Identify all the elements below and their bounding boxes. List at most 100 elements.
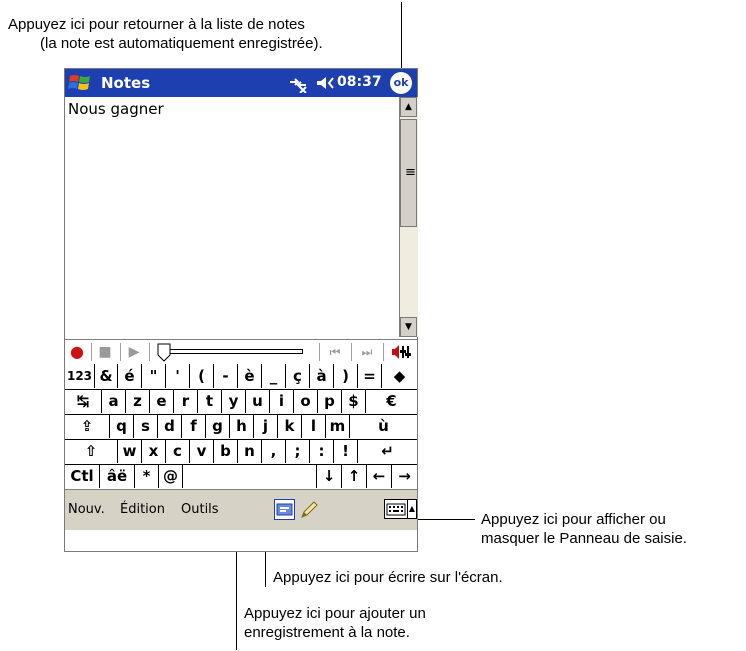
key-caps-lock[interactable]: ⇪ bbox=[65, 414, 110, 438]
key-u-grave[interactable]: ù bbox=[350, 414, 417, 438]
key-123[interactable]: 123 bbox=[65, 364, 95, 388]
connectivity-icon[interactable] bbox=[287, 73, 309, 93]
key-l[interactable]: l bbox=[302, 414, 326, 438]
recording-button[interactable] bbox=[274, 499, 295, 520]
key-x[interactable]: x bbox=[142, 439, 166, 463]
menu-edit[interactable]: Édition bbox=[120, 502, 165, 517]
menu-tools[interactable]: Outils bbox=[181, 502, 219, 517]
key-underscore[interactable]: _ bbox=[262, 364, 286, 388]
key-n[interactable]: n bbox=[238, 439, 262, 463]
key-f[interactable]: f bbox=[182, 414, 206, 438]
key-z[interactable]: z bbox=[126, 389, 150, 413]
pocketpc-screen: Notes 08:37 ok Nous gagner ▲ ≡ ▼ ● ■ ▶ ⏮… bbox=[64, 68, 418, 552]
toolbar-divider bbox=[120, 343, 121, 361]
ok-callout-line2: (la note est automatiquement enregistrée… bbox=[40, 35, 323, 52]
key-at[interactable]: @ bbox=[159, 464, 183, 488]
key-b[interactable]: b bbox=[214, 439, 238, 463]
key-enter[interactable]: ↵ bbox=[358, 439, 417, 463]
recording-icon bbox=[276, 503, 293, 516]
key-colon[interactable]: : bbox=[310, 439, 334, 463]
vertical-scrollbar[interactable]: ▲ ≡ ▼ bbox=[399, 97, 418, 337]
key-arrow-right[interactable]: → bbox=[392, 464, 417, 488]
key-w[interactable]: w bbox=[118, 439, 142, 463]
position-slider[interactable] bbox=[157, 343, 305, 362]
key-h[interactable]: h bbox=[230, 414, 254, 438]
key-euro[interactable]: € bbox=[366, 389, 417, 413]
sip-callout-line1: Appuyez ici pour afficher ou bbox=[481, 511, 666, 528]
key-a-grave[interactable]: à bbox=[310, 364, 334, 388]
key-o[interactable]: o bbox=[294, 389, 318, 413]
key-k[interactable]: k bbox=[278, 414, 302, 438]
key-double-quote[interactable]: " bbox=[142, 364, 166, 388]
skip-back-button[interactable]: ⏮ bbox=[323, 342, 347, 362]
pen-icon[interactable] bbox=[298, 499, 319, 520]
key-y[interactable]: y bbox=[222, 389, 246, 413]
clock-time[interactable]: 08:37 bbox=[337, 74, 382, 90]
key-dollar[interactable]: $ bbox=[342, 389, 366, 413]
title-bar: Notes 08:37 ok bbox=[65, 69, 417, 97]
menu-new[interactable]: Nouv. bbox=[68, 502, 105, 517]
key-p[interactable]: p bbox=[318, 389, 342, 413]
key-shift[interactable]: ⇧ bbox=[65, 439, 118, 463]
volume-icon[interactable] bbox=[391, 343, 413, 361]
toolbar-divider bbox=[91, 343, 92, 361]
key-e-acute[interactable]: é bbox=[118, 364, 142, 388]
speaker-icon[interactable] bbox=[315, 74, 337, 92]
key-g[interactable]: g bbox=[206, 414, 230, 438]
key-e[interactable]: e bbox=[150, 389, 174, 413]
key-apostrophe[interactable]: ' bbox=[166, 364, 190, 388]
key-ampersand[interactable]: & bbox=[95, 364, 118, 388]
keyboard-row-2: ↹ a z e r t y u i o p $ € bbox=[65, 389, 417, 415]
slider-thumb[interactable] bbox=[157, 343, 171, 362]
keyboard-row-4: ⇧ w x c v b n , ; : ! ↵ bbox=[65, 439, 417, 465]
key-arrow-left[interactable]: ← bbox=[367, 464, 392, 488]
menu-bar: Nouv. Édition Outils ▲ bbox=[65, 489, 417, 530]
scroll-up-button[interactable]: ▲ bbox=[400, 97, 417, 117]
sip-leader-line bbox=[417, 519, 475, 520]
key-d[interactable]: d bbox=[158, 414, 182, 438]
key-semicolon[interactable]: ; bbox=[286, 439, 310, 463]
key-paren-open[interactable]: ( bbox=[190, 364, 214, 388]
scroll-thumb-grip: ≡ bbox=[405, 165, 416, 180]
key-c[interactable]: c bbox=[166, 439, 190, 463]
key-arrow-up[interactable]: ↑ bbox=[342, 464, 367, 488]
key-t[interactable]: t bbox=[198, 389, 222, 413]
key-i[interactable]: i bbox=[270, 389, 294, 413]
key-accents[interactable]: âë bbox=[100, 464, 135, 488]
key-q[interactable]: q bbox=[110, 414, 134, 438]
key-equals[interactable]: = bbox=[358, 364, 382, 388]
record-button[interactable]: ● bbox=[65, 342, 89, 362]
input-method-arrow[interactable]: ▲ bbox=[408, 499, 417, 519]
key-v[interactable]: v bbox=[190, 439, 214, 463]
key-hyphen[interactable]: - bbox=[214, 364, 238, 388]
key-s[interactable]: s bbox=[134, 414, 158, 438]
key-r[interactable]: r bbox=[174, 389, 198, 413]
scroll-down-button[interactable]: ▼ bbox=[400, 317, 417, 337]
key-j[interactable]: j bbox=[254, 414, 278, 438]
key-m[interactable]: m bbox=[326, 414, 350, 438]
key-a[interactable]: a bbox=[102, 389, 126, 413]
key-c-cedilla[interactable]: ç bbox=[286, 364, 310, 388]
skip-forward-button[interactable]: ⏭ bbox=[355, 342, 379, 362]
key-arrow-down[interactable]: ↓ bbox=[317, 464, 342, 488]
key-tab[interactable]: ↹ bbox=[65, 389, 102, 413]
scroll-thumb[interactable]: ≡ bbox=[400, 119, 417, 227]
stop-button[interactable]: ■ bbox=[93, 342, 117, 362]
key-exclamation[interactable]: ! bbox=[334, 439, 358, 463]
ok-callout-line1: Appuyez ici pour retourner à la liste de… bbox=[8, 16, 305, 33]
key-comma[interactable]: , bbox=[262, 439, 286, 463]
note-text-area[interactable]: Nous gagner bbox=[65, 97, 398, 337]
input-panel-button[interactable] bbox=[384, 499, 408, 519]
key-space[interactable] bbox=[183, 464, 317, 488]
ok-button[interactable]: ok bbox=[390, 72, 412, 94]
key-u[interactable]: u bbox=[246, 389, 270, 413]
key-ctrl[interactable]: Ctl bbox=[65, 464, 100, 488]
key-paren-close[interactable]: ) bbox=[334, 364, 358, 388]
windows-start-icon[interactable] bbox=[68, 72, 92, 94]
key-asterisk[interactable]: * bbox=[135, 464, 159, 488]
keyboard-row-1: 123 & é " ' ( - è _ ç à ) = ◆ bbox=[65, 364, 417, 390]
sip-callout-line2: masquer le Panneau de saisie. bbox=[481, 530, 687, 547]
key-backspace[interactable]: ◆ bbox=[382, 364, 417, 388]
key-e-grave[interactable]: è bbox=[238, 364, 262, 388]
play-button[interactable]: ▶ bbox=[122, 342, 146, 362]
